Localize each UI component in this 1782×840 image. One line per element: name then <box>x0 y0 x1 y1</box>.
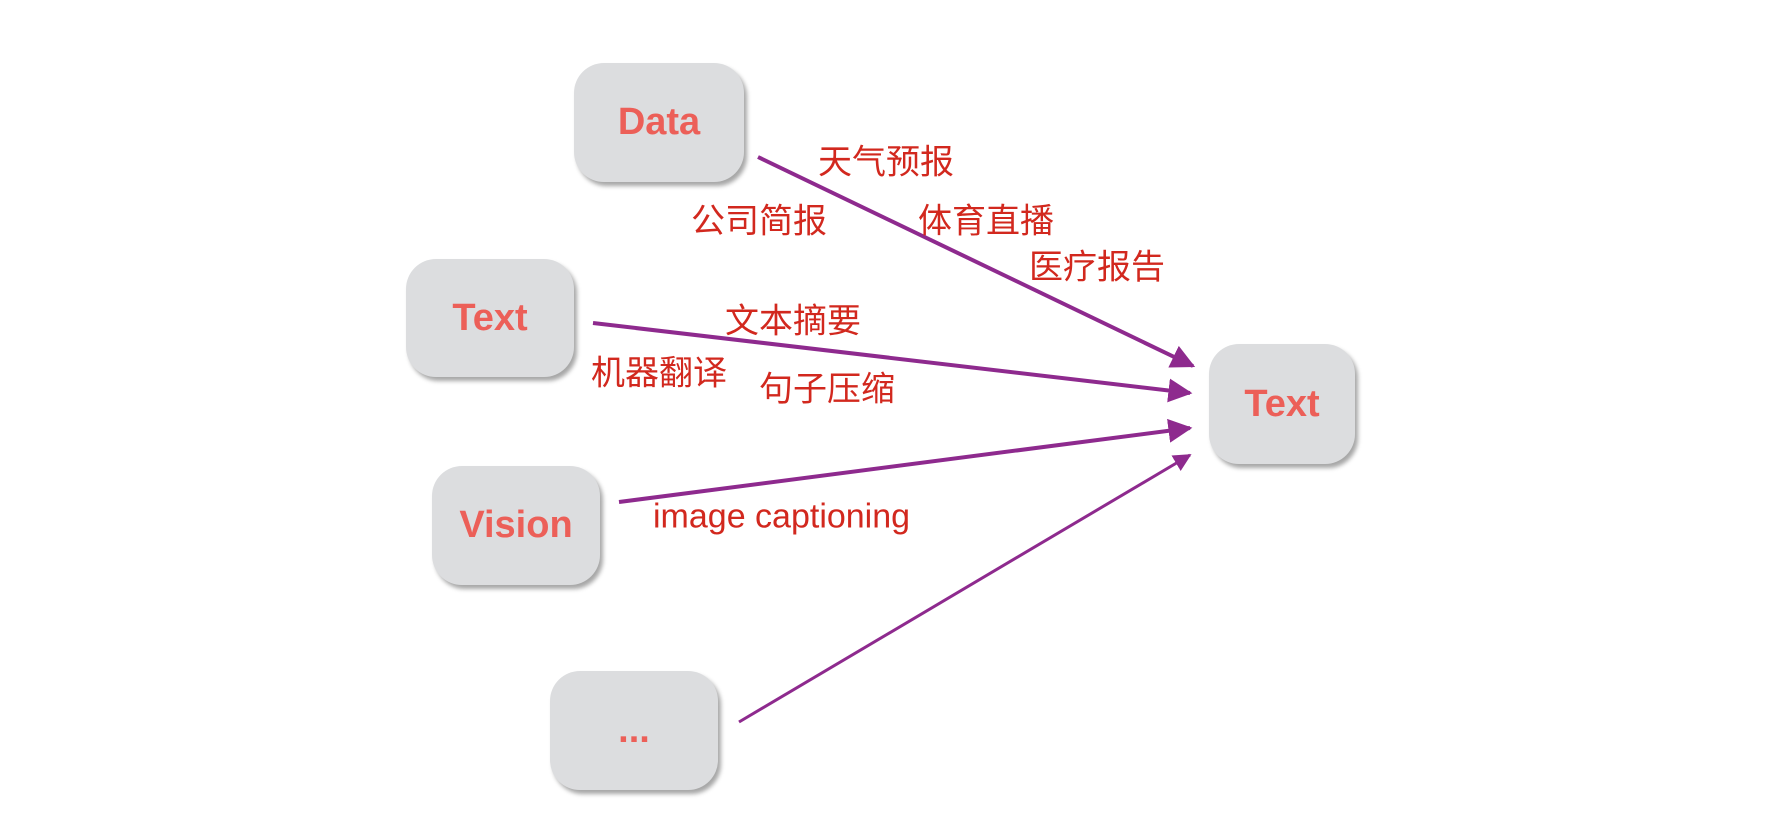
source-box-text: Text <box>406 259 574 377</box>
edge-label: 句子压缩 <box>759 370 895 409</box>
box-label: Text <box>1244 382 1320 425</box>
arrows-layer <box>592 155 1196 724</box>
edge-label: 公司简报 <box>691 202 827 241</box>
source-box-vision: Vision <box>432 466 600 585</box>
box-label: ... <box>618 709 650 751</box>
edge-label: 天气预报 <box>818 143 954 182</box>
box-label: Data <box>617 101 701 143</box>
edge-label: 医疗报告 <box>1029 248 1165 287</box>
arrow-vision-to-text <box>618 418 1193 504</box>
edge-label: image captioning <box>653 497 911 536</box>
edge-label: 文本摘要 <box>725 302 861 341</box>
box-label: Vision <box>459 504 573 546</box>
edge-label: 机器翻译 <box>591 354 727 393</box>
target-box-text: Text <box>1209 344 1355 464</box>
arrow-other-to-text <box>738 453 1192 724</box>
box-label: Text <box>452 296 528 339</box>
source-box-data: Data <box>574 63 744 182</box>
edge-label: 体育直播 <box>918 202 1054 241</box>
source-box-other: ... <box>550 671 718 790</box>
